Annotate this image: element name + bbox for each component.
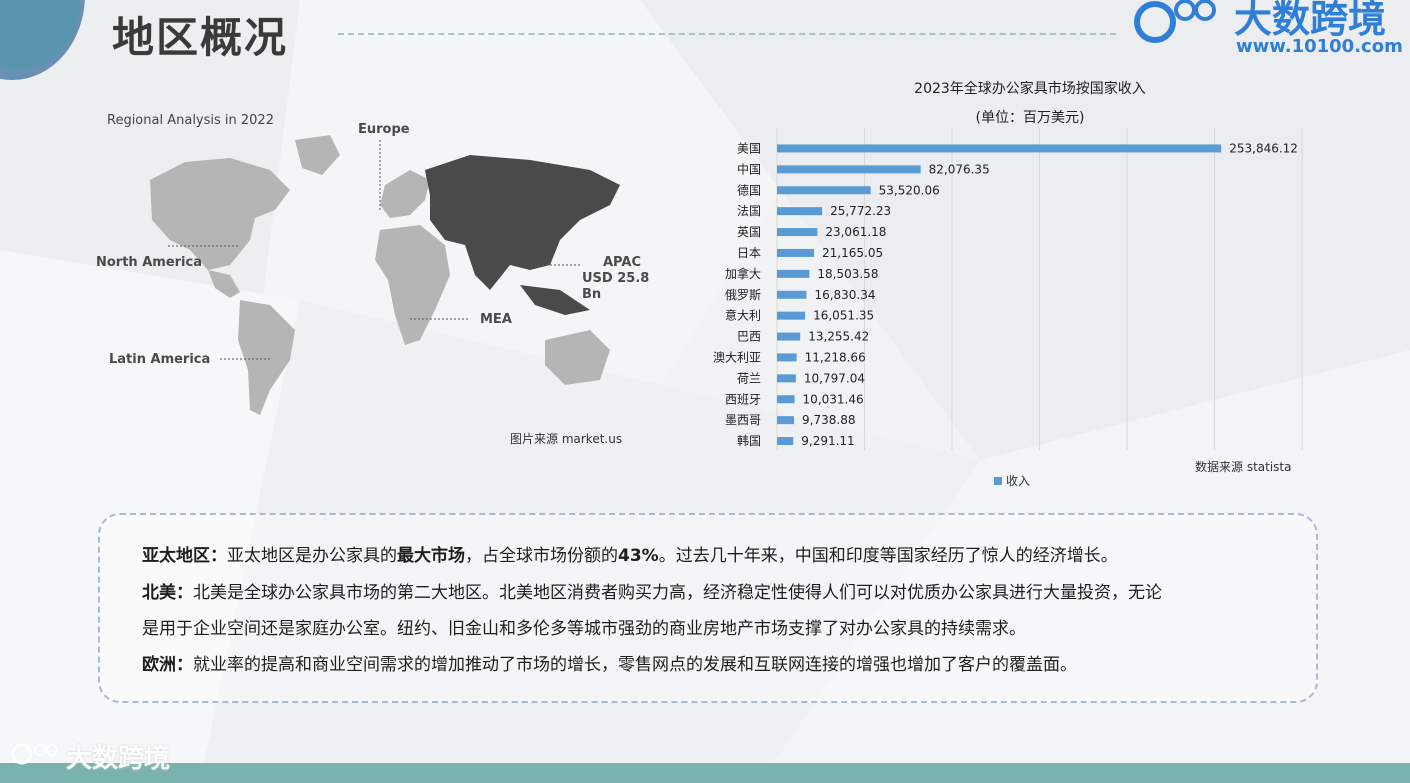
chart-subtitle: (单位：百万美元) [975,110,1085,126]
category-label: 中国 [737,161,761,176]
value-label: 53,520.06 [879,183,940,197]
bar [777,332,801,341]
value-label: 9,291.11 [801,434,854,448]
category-label: 荷兰 [737,371,761,385]
mea-shape [375,225,450,345]
category-label: 澳大利亚 [713,350,761,364]
category-label: 墨西哥 [725,413,761,427]
value-label: 9,738.88 [802,413,855,427]
bar [777,144,1222,153]
bar [777,416,795,425]
apac-paragraph: 亚太地区：亚太地区是办公家具的最大市场，占全球市场份额的43%。过去几十年来，中… [142,546,1118,566]
category-label: 巴西 [737,330,761,344]
image-source: 图片来源 market.us [510,432,623,446]
title-divider [338,33,1116,35]
label-latin-america: Latin America [109,352,211,367]
watermark-text: 大数跨境 [66,744,171,774]
eu-heading: 欧洲： [142,655,193,675]
label-apac-value: USD 25.8 Bn [582,271,650,302]
bar [777,186,871,195]
value-label: 11,218.66 [805,350,866,364]
legend-swatch [994,476,1002,485]
summary-box: 亚太地区：亚太地区是办公家具的最大市场，占全球市场份额的43%。过去几十年来，中… [98,513,1318,703]
value-label: 25,772.23 [830,204,891,218]
chart-title: 2023年全球办公家具市场按国家收入 [914,81,1146,97]
latin-america-shape [238,300,295,415]
category-label: 法国 [737,204,761,218]
category-label: 韩国 [737,433,761,448]
apac-heading: 亚太地区： [142,546,227,566]
value-label: 82,076.35 [929,162,990,176]
category-label: 日本 [737,246,761,260]
data-source: 数据来源 statista [1195,460,1292,474]
category-label: 西班牙 [725,392,761,406]
bar [777,353,797,362]
bar [777,228,818,237]
value-label: 16,830.34 [814,288,875,302]
eu-paragraph: 欧洲：就业率的提高和商业空间需求的增加推动了市场的增长，零售网点的发展和互联网连… [142,655,1077,675]
australia-shape [545,330,610,385]
bar [777,290,807,299]
value-label: 18,503.58 [817,267,878,281]
revenue-bar-chart: 美国 253,846.12 中国 82,076.35 德国 53,520.06 法国 25,7… [713,128,1303,450]
north-america-shape [150,158,290,270]
category-label: 德国 [737,182,761,197]
bar [777,311,806,320]
value-label: 10,797.04 [804,371,865,385]
bar [777,395,795,404]
bar [777,248,815,257]
southeast-asia-shape [520,285,590,315]
page-title: 地区概况 [112,13,289,62]
central-america-shape [208,270,240,298]
bar [777,165,921,174]
apac-shape [425,155,620,290]
bar [777,207,823,216]
world-map-panel: Regional Analysis in 2022 Europe North A… [90,100,670,460]
category-label: 加拿大 [725,266,761,281]
value-label: 10,031.46 [803,392,864,406]
na-paragraph-line2: 是用于企业空间还是家庭办公室。纽约、旧金山和多伦多等城市强劲的商业房地产市场支撑… [142,619,1026,639]
na-paragraph-line1: 北美：北美是全球办公家具市场的第二大地区。北美地区消费者购买力高，经济稳定性使得… [142,583,1162,603]
category-label: 俄罗斯 [725,288,761,302]
label-europe: Europe [358,122,410,137]
value-label: 16,051.35 [813,309,874,323]
value-label: 23,061.18 [825,225,886,239]
category-label: 意大利 [725,308,761,323]
value-label: 13,255.42 [808,330,869,344]
label-north-america: North America [96,255,202,270]
value-label: 253,846.12 [1229,141,1298,155]
greenland-shape [295,135,340,175]
category-label: 英国 [737,225,761,239]
bar [777,374,796,383]
bar [777,437,794,446]
label-apac: APAC [603,255,641,270]
chart-legend: 收入 [994,472,1030,489]
europe-shape [380,170,430,218]
footer-bar [0,763,1410,783]
value-label: 21,165.05 [822,246,883,260]
watermark-logo-icon [11,743,58,765]
legend-label: 收入 [1006,474,1031,488]
category-label: 美国 [737,141,761,155]
na-heading: 北美： [142,583,193,603]
label-mea: MEA [480,312,512,327]
logo-mark [1134,0,1216,43]
bar [777,269,810,278]
